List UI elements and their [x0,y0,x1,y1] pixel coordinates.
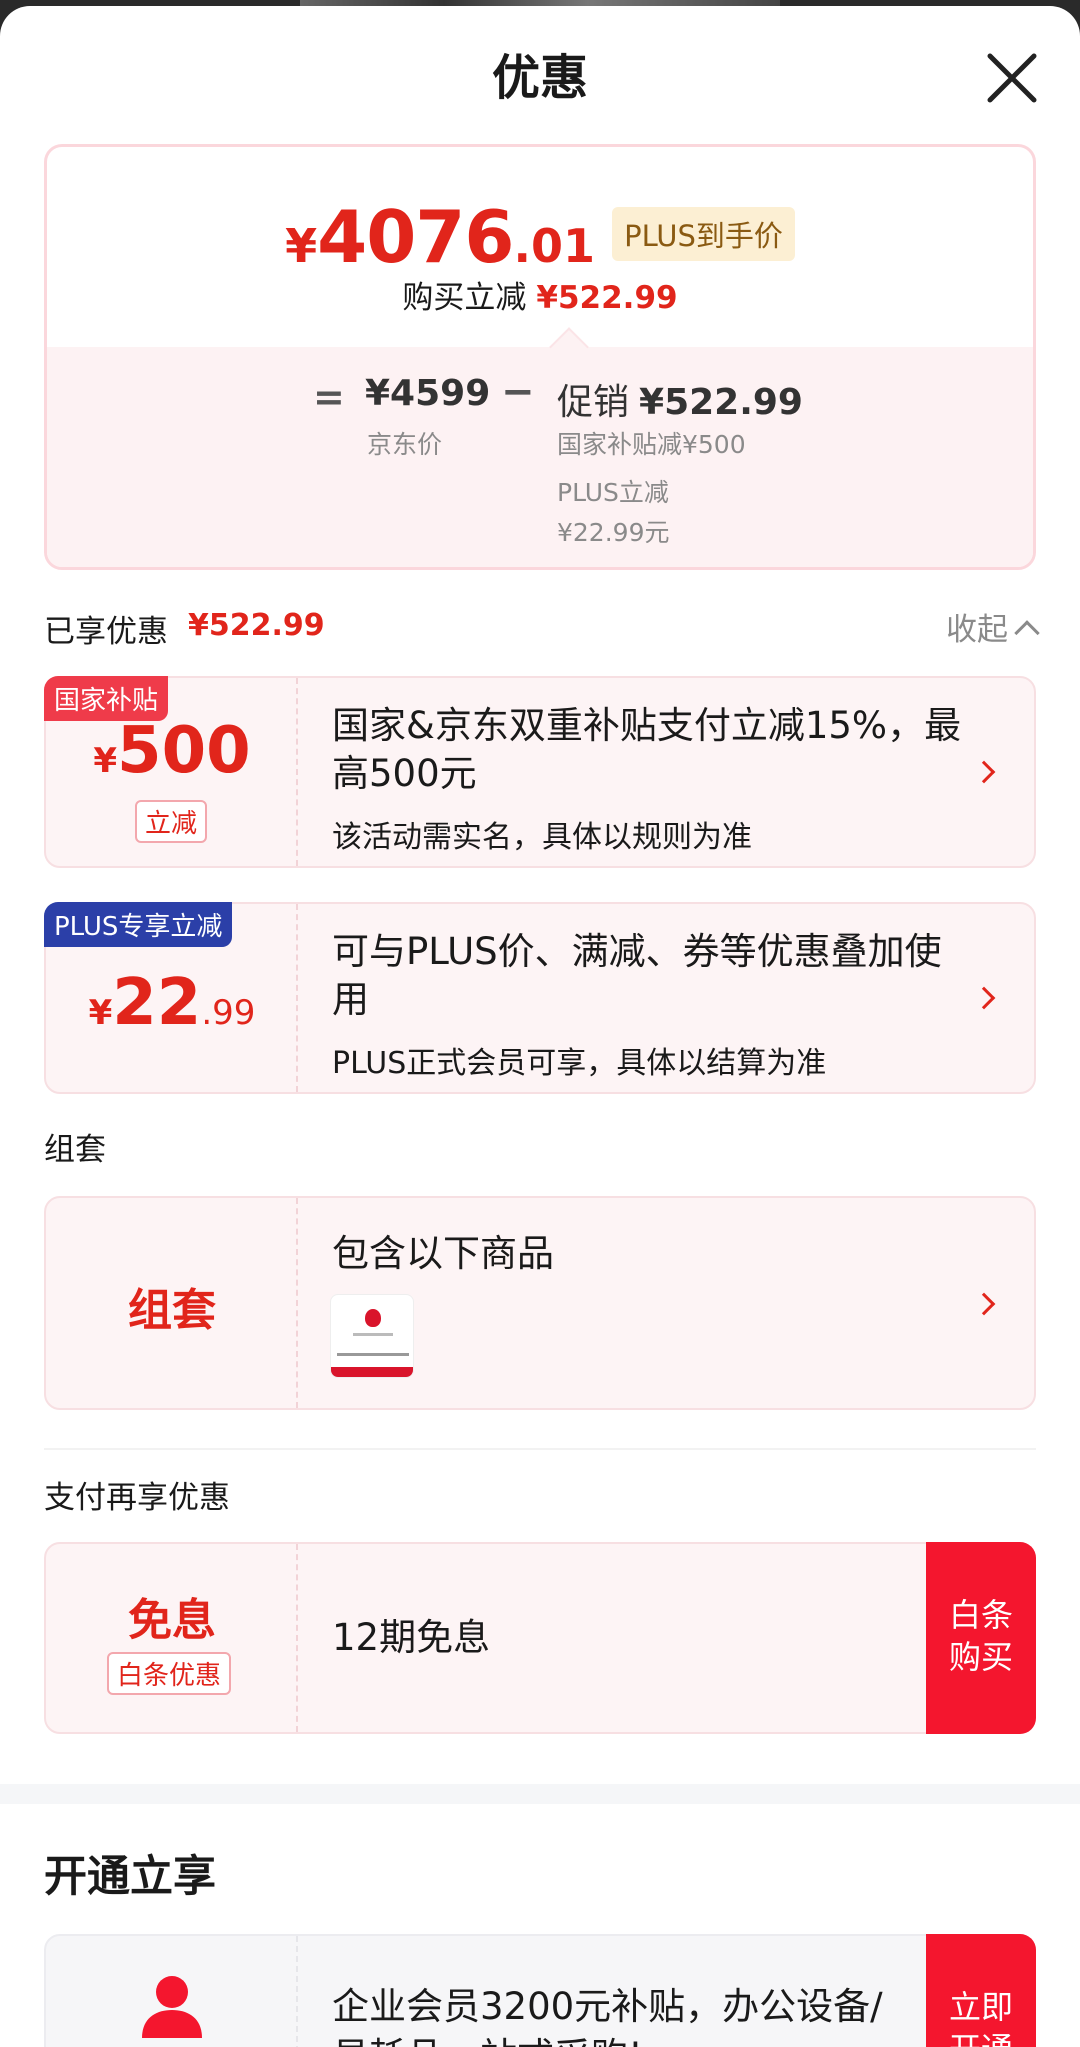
close-button[interactable] [980,46,1044,110]
coupon-amount: ¥500 [46,714,298,788]
coupon-amount-integer: 22 [112,966,202,1040]
coupon-currency: ¥ [88,993,113,1033]
bundle-word: 组套 [128,1285,216,1336]
installment-title: 12期免息 [332,1616,491,1659]
member-description: 企业会员3200元补贴，办公设备/易耗品一站式采购! [332,1985,883,2047]
installment-label-panel: 免息 白条优惠 [46,1544,298,1732]
coupon-amount-integer: 500 [117,714,251,788]
chevron-up-icon [1014,620,1040,646]
coupon-tag: PLUS专享立减 [44,902,233,947]
baitiao-buy-button[interactable]: 白条 购买 [926,1542,1036,1734]
promotion-plus-label: PLUS立减 [557,478,669,507]
baitiao-badge: 白条优惠 [107,1652,232,1695]
button-line: 白条 [948,1596,1013,1634]
person-icon [142,1976,202,2038]
price-summary-top: ¥4076.01 PLUS到手价 购买立减 ¥522.99 [47,147,1033,347]
bundle-label-panel: 组套 [46,1198,298,1408]
chevron-right-icon [972,760,996,784]
promotion-label: 促销 [557,382,630,423]
enjoyed-label: 已享优惠 [44,614,168,650]
open-now-button[interactable]: 立即 开通 [926,1934,1036,2047]
plus-price-tag: PLUS到手价 [612,207,795,261]
discount-bottom-sheet: 优惠 ¥4076.01 PLUS到手价 购买立减 ¥522.99 = ¥4599 … [0,6,1080,2047]
currency-symbol: ¥ [285,219,318,273]
button-line: 开通 [926,2028,1036,2047]
baitiao-installment-card: 免息 白条优惠 12期免息 白条 购买 [44,1542,1036,1734]
coupon-type-badge: 立减 [135,800,208,843]
sheet-title: 优惠 [491,50,588,106]
chevron-right-icon [972,986,996,1010]
member-icon-panel [46,1936,298,2047]
section-separator [0,1784,1080,1804]
interest-free-word: 免息 [128,1595,216,1646]
promotion-total: 促销 ¥522.99 [557,373,803,425]
reduction-label: 购买立减 [402,280,527,316]
button-line: 立即 [948,1988,1013,2026]
price-breakdown: = ¥4599 京东价 − 促销 ¥522.99 国家补贴减¥500 PLUS立减… [47,327,1033,567]
final-price: ¥4076.01 PLUS到手价 [47,195,1033,279]
minus-sign: − [501,369,535,415]
final-price-cents: .01 [513,219,595,273]
purchase-reduction: 购买立减 ¥522.99 [47,272,1033,317]
coupon-tag: 国家补贴 [44,676,169,721]
coupon-title: 国家&京东双重补贴支付立减15%，最高500元 [332,704,962,795]
collapse-label: 收起 [946,612,1008,648]
promotion-plus-amount: ¥22.99元 [557,518,670,547]
close-icon [987,53,1037,103]
thumbnail-caption [353,1333,393,1336]
bundle-title: 包含以下商品 [332,1232,554,1275]
promotion-subsidy-detail: 国家补贴减¥500 [557,430,746,459]
price-summary-card: ¥4076.01 PLUS到手价 购买立减 ¥522.99 = ¥4599 京东价… [44,144,1036,570]
collapse-button[interactable]: 收起 [946,604,1040,649]
apple-logo-icon [365,1309,381,1327]
coupon-subtitle: PLUS正式会员可享，具体以结算为准 [332,1046,827,1081]
pay-section-title: 支付再享优惠 [44,1480,230,1516]
jd-price: ¥4599 [365,373,491,414]
enjoyed-amount: ¥522.99 [188,608,325,643]
bundle-product-thumbnail[interactable] [330,1294,414,1378]
promotion-amount: ¥522.99 [639,382,803,423]
thumbnail-bar [331,1367,413,1377]
enterprise-member-card: 企业会员3200元补贴，办公设备/易耗品一站式采购! 立即 开通 [44,1934,1036,2047]
thumbnail-caption [337,1353,409,1356]
coupon-title: 可与PLUS价、满减、券等优惠叠加使用 [332,930,942,1021]
reduction-amount: ¥522.99 [536,280,678,316]
open-section-title: 开通立享 [44,1852,216,1902]
coupon-subtitle: 该活动需实名，具体以规则为准 [332,820,752,855]
coupon-currency: ¥ [93,741,118,781]
coupon-plus-exclusive[interactable]: ¥22.99 PLUS专享立减 可与PLUS价、满减、券等优惠叠加使用 PLUS… [44,902,1036,1094]
final-price-integer: 4076 [317,195,514,279]
coupon-national-subsidy[interactable]: ¥500 立减 国家补贴 国家&京东双重补贴支付立减15%，最高500元 该活动… [44,676,1036,868]
equals-sign: = [313,375,345,419]
divider [44,1448,1036,1450]
bundle-card[interactable]: 组套 包含以下商品 [44,1196,1036,1410]
coupon-amount: ¥22.99 [46,966,298,1040]
chevron-right-icon [972,1292,996,1316]
button-line: 购买 [948,1638,1013,1676]
coupon-amount-cents: .99 [201,993,256,1033]
enjoyed-discount-row: 已享优惠 ¥522.99 收起 [44,602,1040,652]
jd-price-label: 京东价 [367,430,443,459]
bundle-section-title: 组套 [44,1132,106,1168]
